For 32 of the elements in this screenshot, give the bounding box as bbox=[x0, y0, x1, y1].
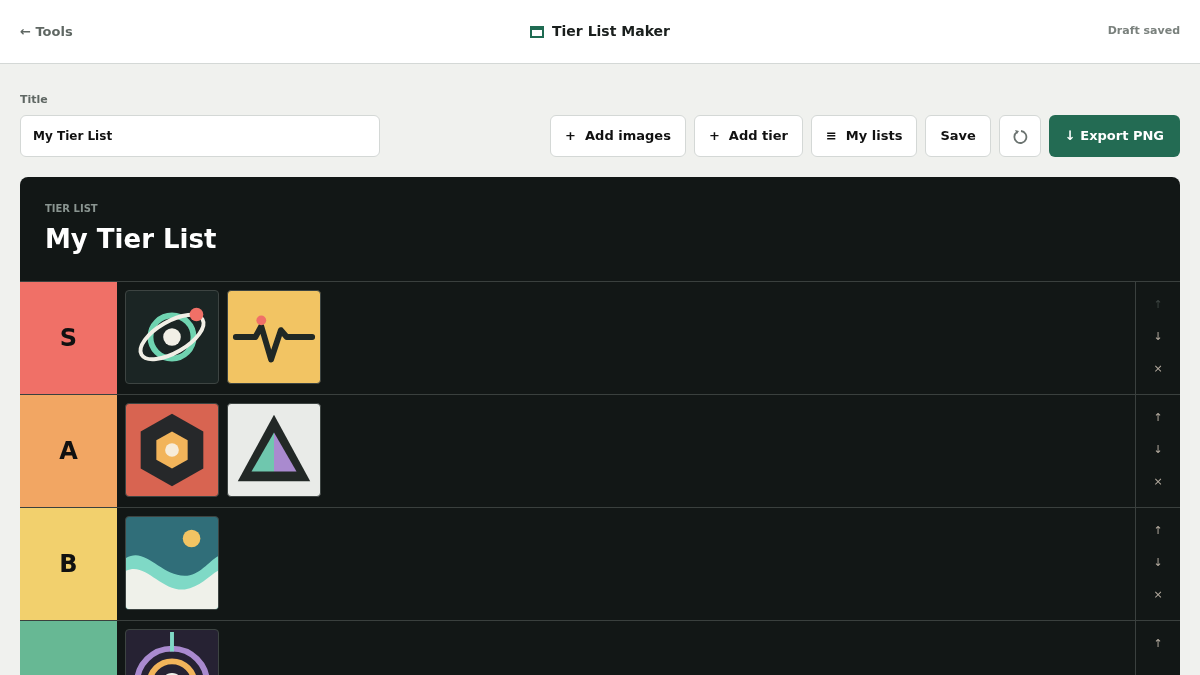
tier-control[interactable]: × bbox=[1153, 357, 1163, 380]
tier-label: S bbox=[20, 281, 117, 394]
tier-control[interactable]: ↑ bbox=[1153, 406, 1163, 429]
tier-item[interactable] bbox=[125, 402, 219, 497]
tier-control[interactable]: × bbox=[1153, 470, 1163, 493]
tier-control[interactable]: × bbox=[1153, 583, 1163, 606]
tier-control[interactable]: ↓ bbox=[1153, 551, 1163, 574]
toolbar-button[interactable]: Save bbox=[925, 114, 991, 157]
tier-item[interactable] bbox=[227, 402, 321, 497]
undo-button[interactable] bbox=[998, 114, 1041, 157]
title-input[interactable]: My Tier List bbox=[20, 114, 380, 157]
export-button[interactable]: ↓ Export PNG bbox=[1048, 114, 1180, 157]
save-status: Draft saved bbox=[1106, 23, 1180, 40]
tier-item[interactable] bbox=[227, 289, 321, 384]
toolbar-button[interactable]: + Add tier bbox=[693, 114, 803, 157]
tier-label: A bbox=[20, 394, 117, 507]
undo-icon bbox=[1011, 127, 1028, 144]
tier-control[interactable]: ↓ bbox=[1153, 438, 1163, 461]
back-link[interactable]: ← Tools bbox=[20, 21, 200, 42]
title-label: Title bbox=[20, 92, 49, 108]
tier-item[interactable] bbox=[125, 515, 219, 610]
tier-label: B bbox=[20, 507, 117, 620]
toolbar-button[interactable]: ≡ My lists bbox=[810, 114, 918, 157]
toolbar-button[interactable]: + Add images bbox=[550, 114, 686, 157]
board-title: My Tier List bbox=[45, 222, 218, 256]
board-eyebrow: TIER LIST bbox=[45, 201, 99, 216]
tier-control[interactable]: ↑ bbox=[1153, 632, 1163, 655]
tier-control[interactable]: ↓ bbox=[1153, 325, 1163, 348]
app-title: Tier List Maker bbox=[552, 22, 670, 41]
tier-item[interactable] bbox=[125, 289, 219, 384]
tier-control[interactable]: ↑ bbox=[1153, 519, 1163, 542]
window-icon bbox=[530, 25, 544, 38]
